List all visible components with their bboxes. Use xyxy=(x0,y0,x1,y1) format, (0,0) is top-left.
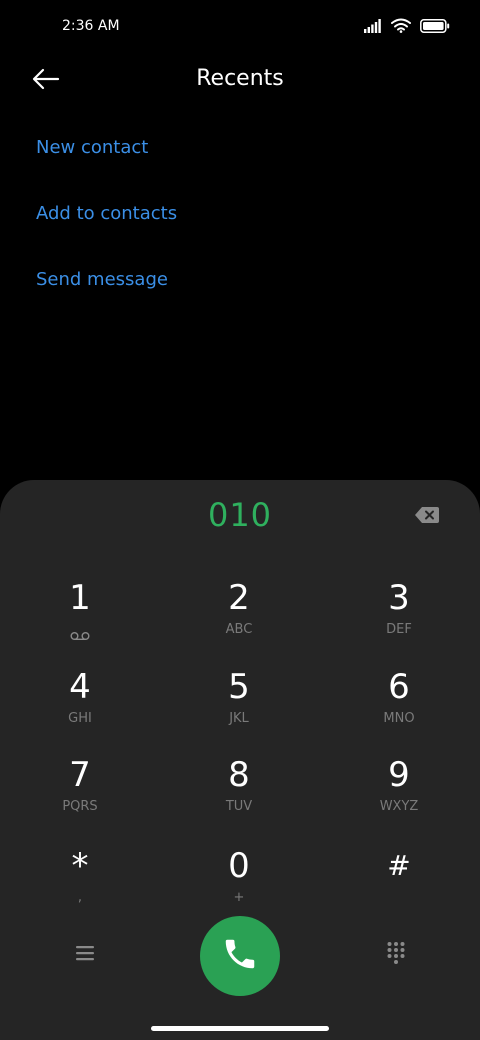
dialpad-sheet: 010 1 2 ABC 3 DEF 4 GHI 5 JKL 6 MNO 7 PQ… xyxy=(0,480,480,1040)
key-7[interactable]: 7 PQRS xyxy=(20,755,140,835)
voicemail-icon xyxy=(70,626,90,645)
call-button[interactable] xyxy=(200,916,280,996)
key-digit: 8 xyxy=(228,755,250,795)
key-8[interactable]: 8 TUV xyxy=(179,755,299,835)
key-digit: 7 xyxy=(69,755,91,795)
key-1[interactable]: 1 xyxy=(20,578,140,658)
key-digit: * xyxy=(71,846,89,886)
dialpad-toggle-button[interactable] xyxy=(381,940,411,970)
key-letters: WXYZ xyxy=(379,799,419,814)
menu-button[interactable] xyxy=(70,940,100,970)
key-hash[interactable]: # xyxy=(339,846,459,926)
page-title: Recents xyxy=(196,66,284,91)
key-6[interactable]: 6 MNO xyxy=(339,667,459,747)
backspace-button[interactable] xyxy=(414,506,442,526)
header: Recents xyxy=(0,54,480,108)
key-digit: # xyxy=(387,849,411,882)
key-letters: , xyxy=(77,890,83,905)
key-digit: 1 xyxy=(69,578,91,618)
status-icons xyxy=(364,18,450,37)
key-9[interactable]: 9 WXYZ xyxy=(339,755,459,835)
new-contact-link[interactable]: New contact xyxy=(36,137,148,158)
backspace-icon xyxy=(414,507,440,528)
status-time: 2:36 AM xyxy=(62,18,120,34)
phone-icon xyxy=(221,935,259,977)
home-indicator[interactable] xyxy=(151,1026,329,1031)
key-letters: PQRS xyxy=(62,799,98,814)
signal-icon xyxy=(364,18,382,37)
key-0[interactable]: 0 + xyxy=(179,846,299,926)
key-letters: JKL xyxy=(229,711,249,726)
menu-icon xyxy=(75,944,95,966)
key-letters: + xyxy=(233,890,245,905)
add-to-contacts-link[interactable]: Add to contacts xyxy=(36,203,177,224)
wifi-icon xyxy=(391,18,411,37)
key-digit: 0 xyxy=(228,846,250,886)
key-digit: 9 xyxy=(388,755,410,795)
key-letters: MNO xyxy=(383,711,415,726)
key-letters: TUV xyxy=(225,799,253,814)
send-message-link[interactable]: Send message xyxy=(36,269,168,290)
key-digit: 2 xyxy=(228,578,250,618)
key-digit: 4 xyxy=(69,667,91,707)
key-star[interactable]: * , xyxy=(20,846,140,926)
key-letters: DEF xyxy=(386,622,412,637)
dialpad-grid-icon xyxy=(386,941,406,969)
key-digit: 3 xyxy=(388,578,410,618)
key-digit: 5 xyxy=(228,667,250,707)
status-bar: 2:36 AM xyxy=(0,0,480,54)
dialed-number: 010 xyxy=(207,496,273,534)
key-digit: 6 xyxy=(388,667,410,707)
key-4[interactable]: 4 GHI xyxy=(20,667,140,747)
key-3[interactable]: 3 DEF xyxy=(339,578,459,658)
key-letters: ABC xyxy=(225,622,253,637)
phone-screen: 2:36 AM Recents New contact Add to conta… xyxy=(0,0,480,1040)
battery-icon xyxy=(420,18,450,37)
key-letters: GHI xyxy=(68,711,92,726)
key-2[interactable]: 2 ABC xyxy=(179,578,299,658)
key-5[interactable]: 5 JKL xyxy=(179,667,299,747)
